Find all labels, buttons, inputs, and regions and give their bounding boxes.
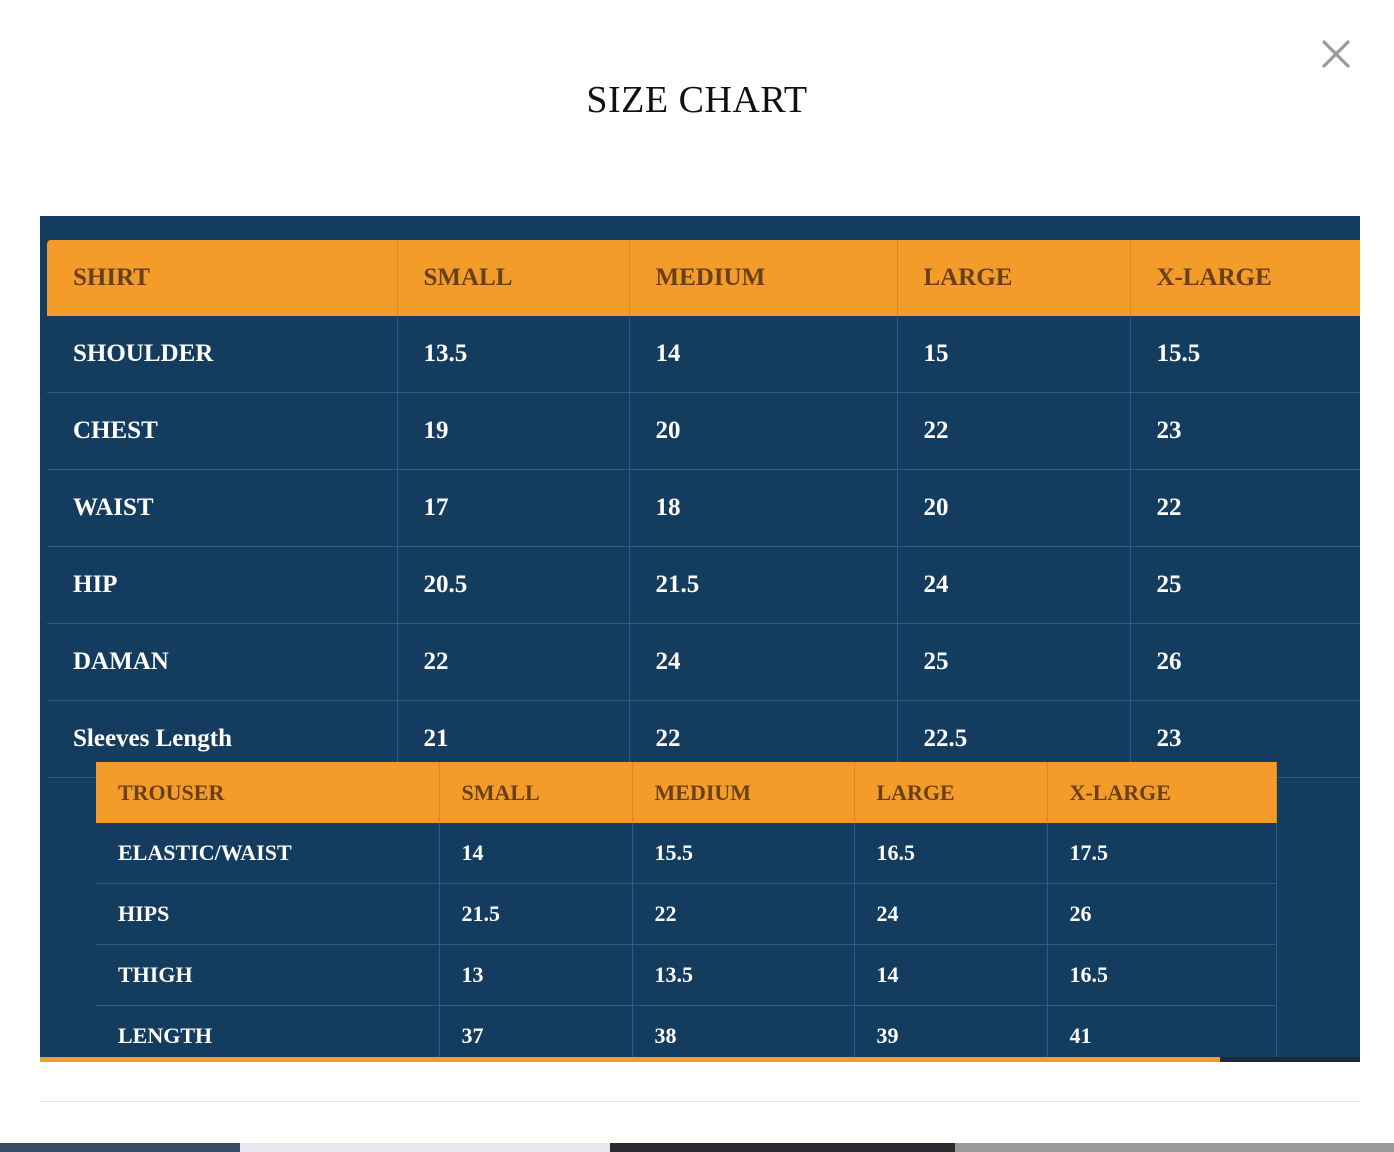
table-cell: 38 bbox=[632, 1005, 855, 1062]
table-cell: 22 bbox=[632, 883, 855, 945]
table-cell: 25 bbox=[1130, 546, 1360, 624]
shirt-header-cell: MEDIUM bbox=[629, 240, 898, 316]
table-cell: 20 bbox=[629, 392, 898, 470]
table-cell: 24 bbox=[854, 883, 1048, 945]
table-cell: 15.5 bbox=[1130, 316, 1360, 393]
table-cell: THIGH bbox=[96, 944, 440, 1006]
trouser-header-cell: X-LARGE bbox=[1047, 762, 1277, 823]
table-cell: 14 bbox=[439, 823, 633, 884]
table-cell: LENGTH bbox=[96, 1005, 440, 1062]
shirt-header-row: SHIRT SMALL MEDIUM LARGE X-LARGE bbox=[47, 240, 1360, 316]
table-cell: 17.5 bbox=[1047, 823, 1277, 884]
shirt-size-table: SHIRT SMALL MEDIUM LARGE X-LARGE SHOULDE… bbox=[47, 240, 1360, 778]
table-cell: 24 bbox=[629, 623, 898, 701]
table-cell: 15 bbox=[897, 316, 1131, 393]
background-content-peek bbox=[0, 1143, 1394, 1152]
table-cell: ELASTIC/WAIST bbox=[96, 823, 440, 884]
shirt-header-cell: X-LARGE bbox=[1130, 240, 1360, 316]
shirt-header-cell: SHIRT bbox=[47, 240, 398, 316]
close-button[interactable] bbox=[1316, 34, 1356, 74]
table-cell: 26 bbox=[1047, 883, 1277, 945]
table-cell: 21.5 bbox=[439, 883, 633, 945]
modal-title: SIZE CHART bbox=[586, 79, 808, 121]
trouser-header-cell: TROUSER bbox=[96, 762, 440, 823]
table-cell: 37 bbox=[439, 1005, 633, 1062]
table-cell: HIP bbox=[47, 546, 398, 624]
table-cell: DAMAN bbox=[47, 623, 398, 701]
trouser-header-cell: MEDIUM bbox=[632, 762, 855, 823]
table-row: HIP 20.5 21.5 24 25 bbox=[47, 546, 1360, 624]
table-cell: 14 bbox=[854, 944, 1048, 1006]
trouser-header-cell: LARGE bbox=[854, 762, 1048, 823]
table-cell: 19 bbox=[397, 392, 630, 470]
table-row: SHOULDER 13.5 14 15 15.5 bbox=[47, 316, 1360, 393]
table-row: DAMAN 22 24 25 26 bbox=[47, 623, 1360, 701]
table-cell: 26 bbox=[1130, 623, 1360, 701]
trouser-header-cell: SMALL bbox=[439, 762, 633, 823]
table-cell: 13 bbox=[439, 944, 633, 1006]
table-cell: 20 bbox=[897, 469, 1131, 547]
table-cell: 22 bbox=[397, 623, 630, 701]
table-cell: 22 bbox=[897, 392, 1131, 470]
chart-bottom-accent bbox=[40, 1057, 1360, 1062]
table-cell: 25 bbox=[897, 623, 1131, 701]
table-cell: 41 bbox=[1047, 1005, 1277, 1062]
table-row: CHEST 19 20 22 23 bbox=[47, 392, 1360, 470]
table-row: WAIST 17 18 20 22 bbox=[47, 469, 1360, 547]
trouser-size-table: TROUSER SMALL MEDIUM LARGE X-LARGE ELAST… bbox=[96, 762, 1277, 1062]
trouser-header-row: TROUSER SMALL MEDIUM LARGE X-LARGE bbox=[96, 762, 1277, 823]
peek-segment bbox=[240, 1143, 610, 1152]
table-cell: 14 bbox=[629, 316, 898, 393]
table-cell: 17 bbox=[397, 469, 630, 547]
table-row: ELASTIC/WAIST 14 15.5 16.5 17.5 bbox=[96, 823, 1277, 884]
table-cell: 24 bbox=[897, 546, 1131, 624]
table-row: THIGH 13 13.5 14 16.5 bbox=[96, 944, 1277, 1006]
table-cell: 16.5 bbox=[1047, 944, 1277, 1006]
table-cell: SHOULDER bbox=[47, 316, 398, 393]
table-cell: CHEST bbox=[47, 392, 398, 470]
table-cell: 13.5 bbox=[632, 944, 855, 1006]
chart-bottom-accent-dark bbox=[1220, 1057, 1360, 1062]
table-cell: 18 bbox=[629, 469, 898, 547]
peek-segment bbox=[955, 1143, 1394, 1152]
size-chart-modal: SIZE CHART SHIRT SMALL MEDIUM LARGE X-LA… bbox=[0, 0, 1394, 1152]
table-cell: 16.5 bbox=[854, 823, 1048, 884]
peek-segment bbox=[0, 1143, 240, 1152]
table-cell: 23 bbox=[1130, 392, 1360, 470]
shirt-header-cell: SMALL bbox=[397, 240, 630, 316]
table-cell: 15.5 bbox=[632, 823, 855, 884]
table-row: HIPS 21.5 22 24 26 bbox=[96, 883, 1277, 945]
table-cell: 21.5 bbox=[629, 546, 898, 624]
table-cell: WAIST bbox=[47, 469, 398, 547]
table-cell: HIPS bbox=[96, 883, 440, 945]
table-cell: 20.5 bbox=[397, 546, 630, 624]
table-cell: 22 bbox=[1130, 469, 1360, 547]
table-row: LENGTH 37 38 39 41 bbox=[96, 1005, 1277, 1062]
table-cell: 39 bbox=[854, 1005, 1048, 1062]
peek-segment bbox=[610, 1143, 955, 1152]
close-icon bbox=[1322, 40, 1350, 68]
modal-divider bbox=[40, 1101, 1360, 1102]
shirt-header-cell: LARGE bbox=[897, 240, 1131, 316]
table-cell: 13.5 bbox=[397, 316, 630, 393]
size-chart-image: SHIRT SMALL MEDIUM LARGE X-LARGE SHOULDE… bbox=[40, 216, 1360, 1062]
